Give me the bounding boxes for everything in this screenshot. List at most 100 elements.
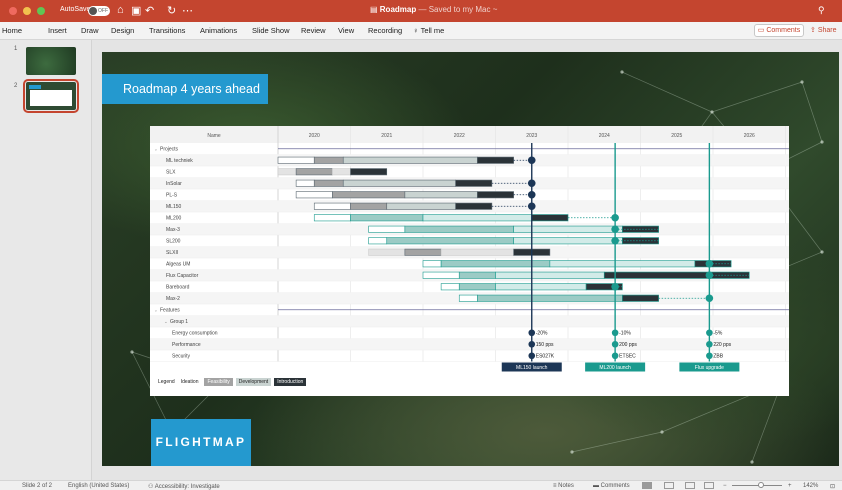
roadmap-bar-segment (295, 168, 333, 176)
feature-value: ZBB (713, 354, 723, 360)
row-label: Security (172, 354, 191, 360)
accessibility-status[interactable]: ⚇ Accessibility: Investigate (148, 483, 220, 490)
tab-design[interactable]: Design (111, 26, 134, 35)
save-icon[interactable]: ▣ (131, 4, 141, 17)
roadmap-bar-segment (513, 237, 623, 245)
fit-slide-icon[interactable]: ⊡ (830, 483, 835, 490)
roadmap-bar-segment (455, 179, 493, 187)
tab-view[interactable]: View (338, 26, 354, 35)
tab-transitions[interactable]: Transitions (149, 26, 185, 35)
roadmap-bar-segment (313, 179, 344, 187)
slide-sorter-icon[interactable] (664, 482, 674, 489)
network-node (800, 80, 804, 84)
tab-slide-show[interactable]: Slide Show (252, 26, 290, 35)
autosave-toggle[interactable]: OFF (88, 6, 110, 16)
network-node (130, 350, 134, 354)
thumbnail-number: 2 (14, 83, 18, 89)
roadmap-bar-segment (313, 156, 344, 164)
roadmap-bar-segment (422, 214, 533, 222)
milestone-label: ML150 launch (516, 365, 548, 371)
more-icon[interactable]: ⋯ (182, 4, 193, 17)
thumbnail-number: 1 (14, 46, 18, 52)
accessibility-icon: ⚇ (148, 484, 155, 490)
roadmap-bar-segment (295, 191, 333, 199)
row-label: Bareboard (166, 285, 190, 291)
row-label: Features (160, 308, 180, 314)
autosave-label: AutoSave (60, 6, 91, 13)
roadmap-bar-segment (440, 248, 514, 256)
network-line (711, 81, 803, 113)
lightbulb-icon: ♀ (413, 26, 421, 35)
tab-review[interactable]: Review (301, 26, 326, 35)
tab-insert[interactable]: Insert (48, 26, 67, 35)
comments-button[interactable]: ▭ Comments (754, 24, 804, 37)
roadmap-header-row (150, 126, 789, 143)
roadmap-bar-segment (440, 260, 551, 268)
redo-icon[interactable]: ↻ (167, 4, 176, 17)
comments-status-button[interactable]: ▬ Comments (593, 483, 630, 489)
roadmap-chart[interactable]: Name 2020 2021 2022 2023 2024 2025 2026 ⌄ Project… (150, 126, 789, 396)
slide-title[interactable]: Roadmap 4 years ahead (102, 74, 268, 104)
roadmap-bar-segment (440, 283, 460, 291)
row-stripe (150, 315, 789, 327)
home-icon[interactable]: ⌂ (117, 4, 124, 16)
share-button[interactable]: ⇪ Share (810, 26, 837, 34)
undo-icon[interactable]: ↶ (145, 4, 154, 17)
roadmap-bar-segment (332, 191, 406, 199)
feature-value: 150 pps (536, 342, 554, 348)
roadmap-bar-segment (404, 191, 478, 199)
flightmap-logo: FLIGHTMAP (151, 419, 251, 466)
notes-button[interactable]: ≡ Notes (553, 483, 574, 489)
network-node (570, 450, 574, 454)
row-label: ML techniek (166, 158, 193, 164)
title-bar: AutoSave OFF ⌂ ▣ ↶ ↻ ⋯ ▤ Roadmap — Saved… (0, 0, 842, 22)
zoom-slider-thumb[interactable] (758, 482, 764, 488)
roadmap-bar-segment (404, 225, 514, 233)
reading-view-icon[interactable] (685, 482, 695, 489)
tab-home[interactable]: Home (2, 26, 22, 35)
year-header: 2024 (599, 133, 610, 139)
feature-value: ETSEC (619, 354, 636, 360)
zoom-level[interactable]: 142% (803, 483, 818, 489)
row-label: Group 1 (170, 319, 188, 325)
row-label: InSolar (166, 181, 182, 187)
zoom-out-button[interactable]: − (723, 483, 727, 489)
row-label: Projects (160, 147, 179, 153)
row-label: Performance (172, 342, 201, 348)
legend-feasibility: Feasibility (204, 378, 233, 386)
roadmap-bar-segment (422, 271, 460, 279)
milestone-label: ML200 launch (599, 365, 631, 371)
row-label: SLXII (166, 250, 178, 256)
collapse-chevron-icon: ⌄ (164, 319, 168, 324)
roadmap-bar-segment (422, 260, 442, 268)
network-line (621, 71, 713, 113)
year-header: 2025 (671, 133, 682, 139)
language-indicator[interactable]: English (United States) (68, 483, 129, 489)
row-label: PL-S (166, 193, 178, 199)
zoom-slider[interactable] (732, 485, 782, 486)
roadmap-bar-segment (368, 237, 388, 245)
row-label: Energy consumption (172, 331, 218, 337)
tab-draw[interactable]: Draw (81, 26, 99, 35)
roadmap-bar-segment (458, 271, 496, 279)
tell-me-search[interactable]: ♀ Tell me (413, 26, 444, 35)
slide-thumbnail-2[interactable] (23, 79, 79, 113)
tab-recording[interactable]: Recording (368, 26, 402, 35)
feature-value: -5% (713, 331, 722, 337)
zoom-in-button[interactable]: + (788, 483, 792, 489)
close-window-button[interactable] (9, 7, 17, 15)
roadmap-bar-segment (458, 283, 496, 291)
slideshow-view-icon[interactable] (704, 482, 714, 489)
feature-value: 200 pps (619, 342, 637, 348)
roadmap-bar-segment (477, 191, 514, 199)
minimize-window-button[interactable] (23, 7, 31, 15)
tab-animations[interactable]: Animations (200, 26, 237, 35)
roadmap-bar-segment (277, 168, 297, 176)
roadmap-bar-segment (313, 214, 351, 222)
network-node (660, 430, 664, 434)
document-icon: ▤ (370, 5, 380, 14)
normal-view-icon[interactable] (642, 482, 652, 489)
slide-thumbnail-1[interactable] (26, 47, 76, 75)
zoom-window-button[interactable] (37, 7, 45, 15)
search-icon[interactable]: ⚲ (818, 5, 825, 16)
